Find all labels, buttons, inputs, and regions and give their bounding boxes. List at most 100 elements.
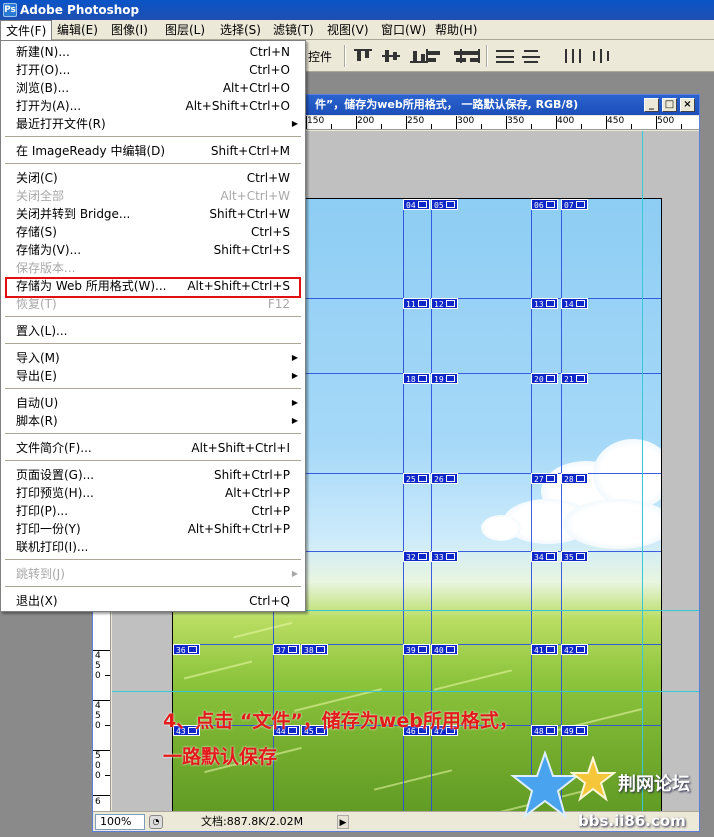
menu-item-page-setup[interactable]: 页面设置(G)... Shift+Ctrl+P xyxy=(2,466,304,484)
menu-item-print[interactable]: 打印(P)... Ctrl+P xyxy=(2,502,304,520)
slice-line xyxy=(561,199,562,811)
menu-item-place[interactable]: 置入(L)... xyxy=(2,322,304,340)
slice-badge[interactable]: 28 xyxy=(561,473,588,484)
menu-divider xyxy=(5,460,301,462)
slice-badge[interactable]: 33 xyxy=(431,551,458,562)
align-left-icon[interactable] xyxy=(424,47,446,65)
menu-filter[interactable]: 滤镜(T) xyxy=(268,20,319,40)
slice-badge[interactable]: 21 xyxy=(561,373,588,384)
photoshop-app-icon: Ps xyxy=(3,3,17,17)
slice-badge[interactable]: 48 xyxy=(531,725,558,736)
menu-item-open[interactable]: 打开(O)... Ctrl+O xyxy=(2,61,304,79)
menu-divider xyxy=(5,586,301,588)
menu-window[interactable]: 窗口(W) xyxy=(376,20,431,40)
menu-item-close-and-go-to-bridge[interactable]: 关闭并转到 Bridge... Shift+Ctrl+W xyxy=(2,205,304,223)
grass-streak xyxy=(433,669,513,691)
menu-item-open-as[interactable]: 打开为(A)... Alt+Shift+Ctrl+O xyxy=(2,97,304,115)
slice-badge[interactable]: 32 xyxy=(403,551,430,562)
menu-layer[interactable]: 图层(L) xyxy=(160,20,210,40)
slice-image-icon xyxy=(545,300,555,307)
distribute-left-icon[interactable] xyxy=(562,47,584,65)
align-right-icon[interactable] xyxy=(460,47,482,65)
slice-badge[interactable]: 12 xyxy=(431,298,458,309)
slice-badge[interactable]: 34 xyxy=(531,551,558,562)
menu-image[interactable]: 图像(I) xyxy=(106,20,153,40)
document-size: 文档:887.8K/2.02M xyxy=(201,815,304,828)
slice-line xyxy=(531,199,532,811)
slice-badge[interactable]: 25 xyxy=(403,473,430,484)
menu-item-open-recent[interactable]: 最近打开文件(R) ▶ xyxy=(2,115,304,133)
slice-badge[interactable]: 05 xyxy=(431,199,458,210)
slice-badge[interactable]: 39 xyxy=(403,644,430,655)
guide-line[interactable] xyxy=(642,131,643,811)
document-title: 件”，储存为web所用格式， 一路默认保存, RGB/8) xyxy=(315,98,579,111)
status-menu-arrow-icon[interactable]: ▶ xyxy=(337,815,349,829)
slice-badge[interactable]: 49 xyxy=(561,725,588,736)
menu-help[interactable]: 帮助(H) xyxy=(430,20,482,40)
slice-badge[interactable]: 11 xyxy=(403,298,430,309)
guide-line[interactable] xyxy=(112,691,699,692)
slice-image-icon xyxy=(445,646,455,653)
slice-badge[interactable]: 19 xyxy=(431,373,458,384)
slice-badge[interactable]: 41 xyxy=(531,644,558,655)
menu-file[interactable]: 文件(F) xyxy=(0,20,53,40)
photoshop-app: Ps Adobe Photoshop 文件(F) 编辑(E) 图像(I) 图层(… xyxy=(0,0,714,837)
slice-badge[interactable]: 13 xyxy=(531,298,558,309)
slice-badge[interactable]: 14 xyxy=(561,298,588,309)
slice-image-icon xyxy=(445,375,455,382)
menu-item-print-online[interactable]: 联机打印(I)... xyxy=(2,538,304,556)
slice-badge[interactable]: 35 xyxy=(561,551,588,562)
menu-item-browse[interactable]: 浏览(B)... Alt+Ctrl+O xyxy=(2,79,304,97)
align-top-icon[interactable] xyxy=(352,47,374,65)
slice-badge[interactable]: 38 xyxy=(301,644,328,655)
app-title: Adobe Photoshop xyxy=(20,3,140,17)
menu-item-exit[interactable]: 退出(X) Ctrl+Q xyxy=(2,592,304,610)
info-icon[interactable]: ◔ xyxy=(149,815,163,829)
menu-item-print-one-copy[interactable]: 打印一份(Y) Alt+Shift+Ctrl+P xyxy=(2,520,304,538)
menu-item-revert: 恢复(T) F12 xyxy=(16,297,290,311)
menu-item-new[interactable]: 新建(N)... Ctrl+N xyxy=(2,43,304,61)
zoom-level-field[interactable]: 100% xyxy=(95,814,145,830)
toolbar-separator xyxy=(344,45,346,67)
menu-item-export[interactable]: 导出(E) ▶ xyxy=(2,367,304,385)
ruler-label: 150 xyxy=(307,116,325,126)
menu-item-save-as[interactable]: 存储为(V)... Shift+Ctrl+S xyxy=(2,241,304,259)
align-vertical-center-icon[interactable] xyxy=(380,47,402,65)
menu-item-import[interactable]: 导入(M) ▶ xyxy=(2,349,304,367)
slice-badge[interactable]: 04 xyxy=(403,199,430,210)
slice-badge[interactable]: 40 xyxy=(431,644,458,655)
slice-badge[interactable]: 37 xyxy=(273,644,300,655)
menu-item-file-info[interactable]: 文件简介(F)... Alt+Shift+Ctrl+I xyxy=(2,439,304,457)
slice-badge[interactable]: 42 xyxy=(561,644,588,655)
minimize-button[interactable]: _ xyxy=(644,98,659,112)
menu-item-close[interactable]: 关闭(C) Ctrl+W xyxy=(2,169,304,187)
menu-edit[interactable]: 编辑(E) xyxy=(52,20,103,40)
maximize-button[interactable]: □ xyxy=(662,98,677,112)
slice-badge[interactable]: 06 xyxy=(531,199,558,210)
slice-badge[interactable]: 07 xyxy=(561,199,588,210)
menu-item-automate[interactable]: 自动(U) ▶ xyxy=(2,394,304,412)
slice-image-icon xyxy=(545,646,555,653)
ruler-digit: 5 xyxy=(95,751,101,761)
distribute-top-icon[interactable] xyxy=(494,47,516,65)
close-button[interactable]: × xyxy=(680,98,695,112)
ruler-digit: 5 xyxy=(95,711,101,721)
slice-badge[interactable]: 26 xyxy=(431,473,458,484)
menu-view[interactable]: 视图(V) xyxy=(322,20,374,40)
submenu-arrow-icon: ▶ xyxy=(291,353,298,362)
slice-image-icon xyxy=(545,375,555,382)
menu-item-scripts[interactable]: 脚本(R) ▶ xyxy=(2,412,304,430)
menu-item-print-preview[interactable]: 打印预览(H)... Alt+Ctrl+P xyxy=(2,484,304,502)
distribute-right-icon[interactable] xyxy=(590,47,612,65)
menu-select[interactable]: 选择(S) xyxy=(215,20,266,40)
ruler-label: 250 xyxy=(407,116,425,126)
show-controls-label[interactable]: 控件 xyxy=(308,48,332,65)
slice-badge[interactable]: 27 xyxy=(531,473,558,484)
menu-item-save[interactable]: 存储(S) Ctrl+S xyxy=(2,223,304,241)
menu-item-edit-in-imageready[interactable]: 在 ImageReady 中编辑(D) Shift+Ctrl+M xyxy=(2,142,304,160)
slice-badge[interactable]: 20 xyxy=(531,373,558,384)
slice-badge[interactable]: 36 xyxy=(173,644,200,655)
distribute-vertical-center-icon[interactable] xyxy=(520,47,542,65)
toolbar-separator xyxy=(486,45,488,67)
slice-badge[interactable]: 18 xyxy=(403,373,430,384)
